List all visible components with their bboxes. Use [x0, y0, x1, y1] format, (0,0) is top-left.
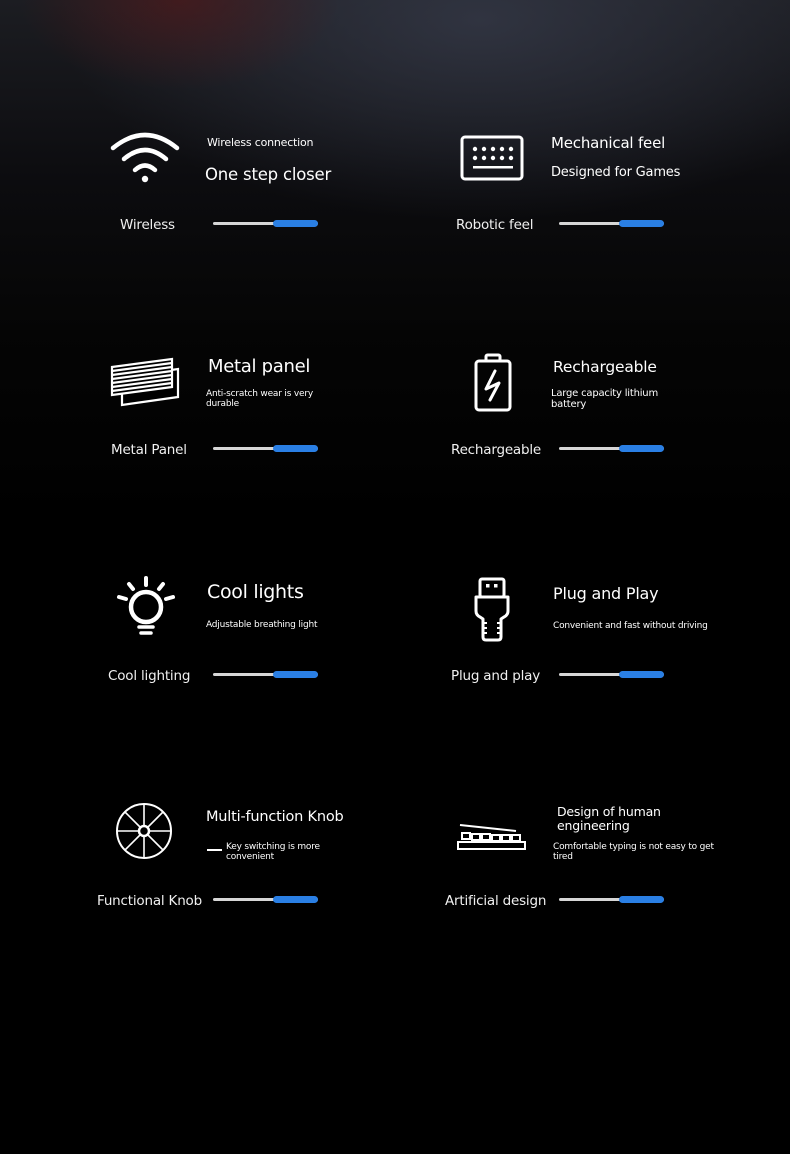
feature-slider[interactable] — [213, 671, 318, 679]
feature-caption: Rechargeable — [451, 442, 542, 458]
feature-title: Rechargeable — [553, 358, 657, 376]
feature-caption: Wireless — [120, 217, 175, 233]
feature-slider[interactable] — [559, 896, 664, 904]
feature-title: One step closer — [205, 165, 332, 184]
feature-title: Design of human engineering — [557, 804, 661, 833]
feature-slider[interactable] — [559, 220, 664, 228]
feature-subtitle: Convenient and fast without driving — [553, 621, 708, 631]
slider-fill — [618, 671, 664, 678]
usb-plug-icon — [472, 577, 512, 643]
feature-mechanical: Mechanical feel Designed for Games Robot… — [440, 125, 780, 255]
feature-knob: Multi-function Knob Key switching is mor… — [95, 800, 435, 930]
slider-fill — [618, 445, 664, 452]
metal-panel-icon — [110, 355, 182, 409]
feature-subtitle: Comfortable typing is not easy to get ti… — [553, 842, 714, 862]
feature-ergonomic-design: Design of human engineering Comfortable … — [440, 800, 780, 930]
feature-title: Multi-function Knob — [206, 809, 344, 825]
feature-caption: Metal Panel — [111, 442, 187, 458]
feature-slider[interactable] — [213, 896, 318, 904]
keyboard-icon — [460, 135, 524, 181]
feature-rechargeable: Rechargeable Large capacity lithium batt… — [440, 350, 780, 480]
feature-title: Metal panel — [208, 356, 311, 377]
feature-subtitle: Large capacity lithium battery — [551, 388, 658, 410]
feature-caption: Functional Knob — [97, 893, 202, 909]
slider-fill — [618, 220, 664, 227]
knob-icon — [114, 801, 174, 861]
feature-subtitle: Designed for Games — [551, 165, 681, 180]
feature-caption: Artificial design — [445, 893, 547, 909]
ergonomic-keyboard-icon — [456, 822, 528, 852]
feature-subtitle: Adjustable breathing light — [206, 620, 318, 630]
feature-slider[interactable] — [213, 220, 318, 228]
feature-caption: Plug and play — [451, 668, 540, 684]
feature-wireless: Wireless connection One step closer Wire… — [95, 125, 435, 255]
feature-title: Mechanical feel — [551, 134, 666, 152]
slider-fill — [618, 896, 664, 903]
wifi-icon — [109, 130, 181, 184]
slider-fill — [272, 671, 318, 678]
battery-icon — [473, 353, 513, 413]
light-bulb-icon — [115, 575, 177, 639]
feature-title: Cool lights — [207, 581, 304, 603]
feature-subtitle: Key switching is more convenient — [226, 842, 320, 862]
feature-metal-panel: Metal panel Anti-scratch wear is very du… — [95, 350, 435, 480]
feature-kicker: Wireless connection — [207, 136, 314, 149]
feature-slider[interactable] — [213, 445, 318, 453]
feature-subtitle: Anti-scratch wear is very durable — [206, 389, 313, 409]
feature-caption: Robotic feel — [456, 217, 534, 233]
feature-title: Plug and Play — [553, 584, 659, 603]
dash-decoration — [207, 849, 222, 851]
feature-slider[interactable] — [559, 671, 664, 679]
slider-fill — [272, 220, 318, 227]
feature-caption: Cool lighting — [108, 668, 191, 684]
feature-slider[interactable] — [559, 445, 664, 453]
feature-cool-lights: Cool lights Adjustable breathing light C… — [95, 575, 435, 705]
feature-plug-and-play: Plug and Play Convenient and fast withou… — [440, 575, 780, 705]
slider-fill — [272, 445, 318, 452]
slider-fill — [272, 896, 318, 903]
